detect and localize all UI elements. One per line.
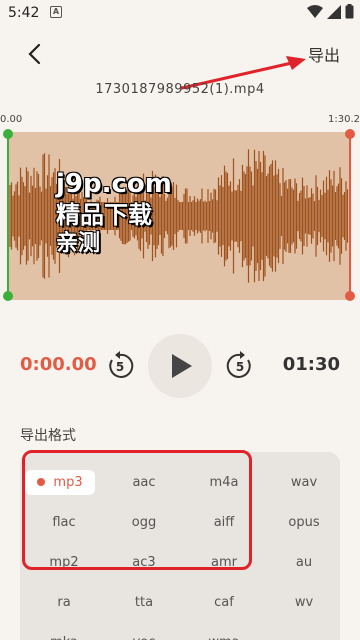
- watermark-line-3: 亲测: [56, 231, 101, 256]
- play-icon: [172, 354, 192, 378]
- format-option-au[interactable]: au: [260, 542, 340, 582]
- trim-handle-left-top: [3, 129, 13, 139]
- format-option-body: wv: [287, 595, 313, 610]
- signal-icon: [327, 4, 341, 19]
- watermark: j9p.com 精品下载 亲测: [56, 168, 296, 258]
- format-option-label: caf: [214, 594, 234, 610]
- format-option-ra[interactable]: ra: [20, 582, 100, 622]
- watermark-line-2: 精品下载: [56, 201, 152, 229]
- format-option-label: opus: [288, 514, 320, 530]
- format-option-body: caf: [206, 595, 234, 610]
- format-option-mka[interactable]: mka: [20, 622, 100, 640]
- format-option-opus[interactable]: opus: [260, 502, 340, 542]
- export-button[interactable]: 导出: [308, 42, 340, 66]
- timeline-start-label: 0.00: [0, 114, 23, 125]
- skip-back-button[interactable]: 5: [104, 350, 136, 382]
- format-option-body: tta: [127, 595, 153, 610]
- format-option-body: wav: [283, 475, 317, 490]
- battery-icon: [345, 4, 354, 19]
- format-option-body: wma: [200, 635, 239, 640]
- status-time: 5:42: [8, 5, 40, 21]
- app-notification-icon: A: [50, 6, 62, 18]
- format-option-label: mka: [50, 635, 78, 640]
- annotation-box: [22, 450, 252, 570]
- trim-handle-right-bottom: [345, 291, 355, 301]
- timeline-end-label: 1:30.2: [328, 114, 360, 125]
- trim-handle-left-bottom: [3, 291, 13, 301]
- status-bar: 5:42 A: [0, 0, 360, 28]
- format-option-tta[interactable]: tta: [100, 582, 180, 622]
- format-option-label: wv: [294, 594, 314, 610]
- format-option-body: mka: [42, 635, 78, 640]
- format-option-body: ra: [49, 595, 70, 610]
- rewind-5-icon: 5: [109, 351, 134, 378]
- play-button[interactable]: [148, 334, 212, 398]
- format-option-voc[interactable]: voc: [100, 622, 180, 640]
- total-time: 01:30: [282, 354, 340, 375]
- format-section-title: 导出格式: [20, 428, 76, 444]
- watermark-line-1: j9p.com: [56, 169, 172, 199]
- skip-forward-button[interactable]: 5: [224, 350, 256, 382]
- current-time: 0:00.00: [20, 354, 97, 375]
- file-name: 1730187989952(1).mp4: [95, 82, 265, 97]
- status-indicators: [307, 4, 354, 19]
- skip-forward-seconds: 5: [236, 360, 244, 374]
- forward-5-icon: 5: [226, 351, 251, 378]
- trim-handle-right-top: [345, 129, 355, 139]
- format-option-body: voc: [125, 635, 156, 640]
- format-option-body: opus: [280, 515, 319, 530]
- format-option-label: wav: [290, 474, 318, 490]
- format-option-wav[interactable]: wav: [260, 462, 340, 502]
- skip-back-seconds: 5: [116, 360, 124, 374]
- format-option-wma[interactable]: wma: [180, 622, 260, 640]
- back-button[interactable]: [20, 38, 52, 70]
- format-option-body: au: [288, 555, 312, 570]
- format-option-wv[interactable]: wv: [260, 582, 340, 622]
- format-option-label: wma: [208, 635, 239, 640]
- playback-controls: 0:00.00 5 5 01:30: [0, 330, 360, 400]
- format-option-label: ra: [57, 594, 71, 610]
- top-bar: 导出: [0, 28, 360, 80]
- wifi-icon: [307, 4, 323, 18]
- format-option-empty: [260, 622, 340, 640]
- format-option-caf[interactable]: caf: [180, 582, 260, 622]
- chevron-left-icon: [28, 43, 41, 65]
- format-option-label: au: [295, 554, 313, 570]
- format-option-label: tta: [134, 594, 154, 610]
- format-option-label: voc: [133, 635, 156, 640]
